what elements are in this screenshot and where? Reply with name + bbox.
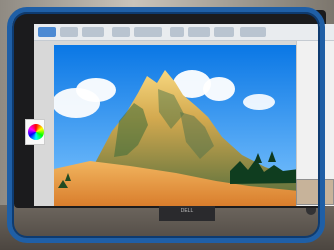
thumbnail-preview[interactable] <box>296 179 334 205</box>
toolbar-button[interactable] <box>134 27 162 37</box>
color-wheel-panel <box>25 119 45 145</box>
toolbar-button[interactable] <box>82 27 104 37</box>
toolbar-button[interactable] <box>170 27 184 37</box>
monitor-body: DELL <box>14 10 334 221</box>
monitor-screen <box>34 24 334 206</box>
photo-editor-toolbar <box>34 24 334 41</box>
toolbar-button[interactable] <box>60 27 78 37</box>
color-wheel-icon[interactable] <box>28 124 44 140</box>
mountain-photo <box>54 45 299 206</box>
toolbar-button[interactable] <box>112 27 130 37</box>
toolbar-button[interactable] <box>38 27 56 37</box>
photo-scene: DELL <box>0 0 334 250</box>
editor-canvas <box>54 45 299 206</box>
toolbar-button[interactable] <box>214 27 234 37</box>
toolbar-button[interactable] <box>240 27 266 37</box>
toolbar-button[interactable] <box>188 27 210 37</box>
monitor-logo: DELL <box>180 208 194 214</box>
